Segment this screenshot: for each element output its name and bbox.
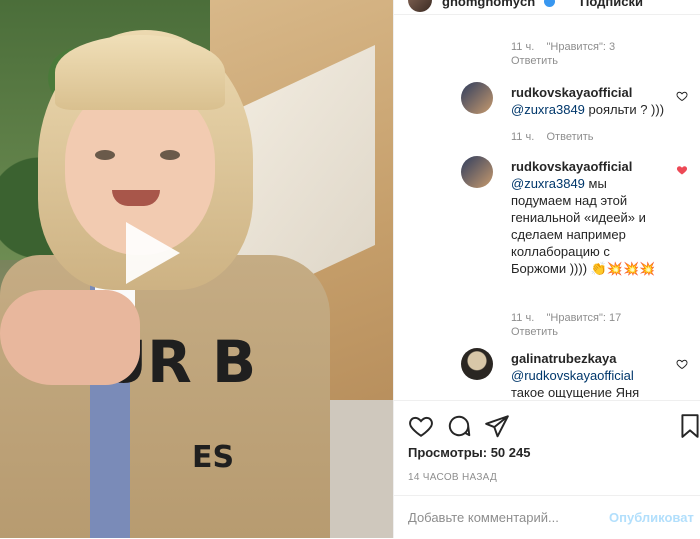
heart-icon[interactable] [408, 413, 434, 439]
video-player[interactable]: UR B ES [0, 0, 393, 538]
mention-link[interactable]: @rudkovskayaofficial [511, 367, 681, 384]
right-eye [160, 150, 180, 160]
comment-text: мы подумаем над этой гениальной «идеей» … [511, 176, 656, 276]
comment-time: 11 ч. [511, 312, 535, 324]
comment-body: galinatrubezkaya @rudkovskayaofficial та… [511, 350, 681, 398]
comment-input[interactable]: Добавьте комментарий... [408, 510, 559, 525]
post-actions: Просмотры: 50 245 14 ЧАСОВ НАЗАД [394, 400, 700, 491]
comment-username[interactable]: rudkovskayaofficial [511, 84, 671, 101]
bookmark-icon[interactable] [677, 413, 700, 439]
follow-button[interactable]: Подписки [580, 0, 643, 9]
avatar[interactable] [461, 156, 493, 188]
coat-print-bottom: ES [192, 440, 235, 475]
comment-body: rudkovskayaofficial @zuxra3849 рояльти ?… [511, 84, 671, 118]
view-count[interactable]: Просмотры: 50 245 [408, 445, 530, 460]
comment-body: rudkovskayaofficial @zuxra3849 мы подума… [511, 158, 666, 277]
comment-icon[interactable] [446, 413, 472, 439]
avatar[interactable] [461, 348, 493, 380]
comment-time: 11 ч. [511, 131, 535, 143]
heart-outline-icon[interactable] [676, 90, 688, 102]
mention-link[interactable]: @zuxra3849 [511, 176, 585, 191]
left-eye [95, 150, 115, 160]
comment-text: рояльти ? ))) [584, 102, 665, 117]
child-fringe [55, 35, 225, 110]
comment-likes[interactable]: "Нравится": 3 [547, 41, 616, 53]
reply-button[interactable]: Ответить [547, 131, 594, 143]
post-button[interactable]: Опубликоват [609, 510, 694, 525]
mention-link[interactable]: @zuxra3849 [511, 102, 585, 117]
reply-button[interactable]: Ответить [511, 325, 621, 339]
comment-username[interactable]: rudkovskayaofficial [511, 158, 666, 175]
share-icon[interactable] [484, 413, 510, 439]
play-icon[interactable] [126, 222, 180, 284]
comment-text: такое ощущение Яня [511, 385, 640, 398]
avatar[interactable] [461, 82, 493, 114]
post-panel: gnomgnomych Подписки 11 ч. "Нравится": 3… [393, 0, 700, 538]
comment-username[interactable]: galinatrubezkaya [511, 350, 681, 367]
verified-icon [544, 0, 555, 7]
comment-likes[interactable]: "Нравится": 17 [547, 312, 622, 324]
comment-meta: 11 ч. Ответить [511, 130, 594, 144]
add-comment-bar: Добавьте комментарий... Опубликоват [394, 495, 700, 539]
avatar[interactable] [408, 0, 432, 12]
heart-outline-icon[interactable] [676, 358, 688, 370]
comment-meta: 11 ч. "Нравится": 3 Ответить [511, 40, 615, 68]
comment-meta: 11 ч. "Нравится": 17 Ответить [511, 311, 621, 339]
comment-time: 11 ч. [511, 41, 535, 53]
reply-button[interactable]: Ответить [511, 54, 615, 68]
post-username[interactable]: gnomgnomych [442, 0, 535, 9]
post-header: gnomgnomych Подписки [394, 0, 700, 15]
post-timestamp: 14 ЧАСОВ НАЗАД [408, 472, 498, 483]
adult-hand [0, 290, 140, 385]
heart-filled-icon[interactable] [676, 164, 688, 176]
